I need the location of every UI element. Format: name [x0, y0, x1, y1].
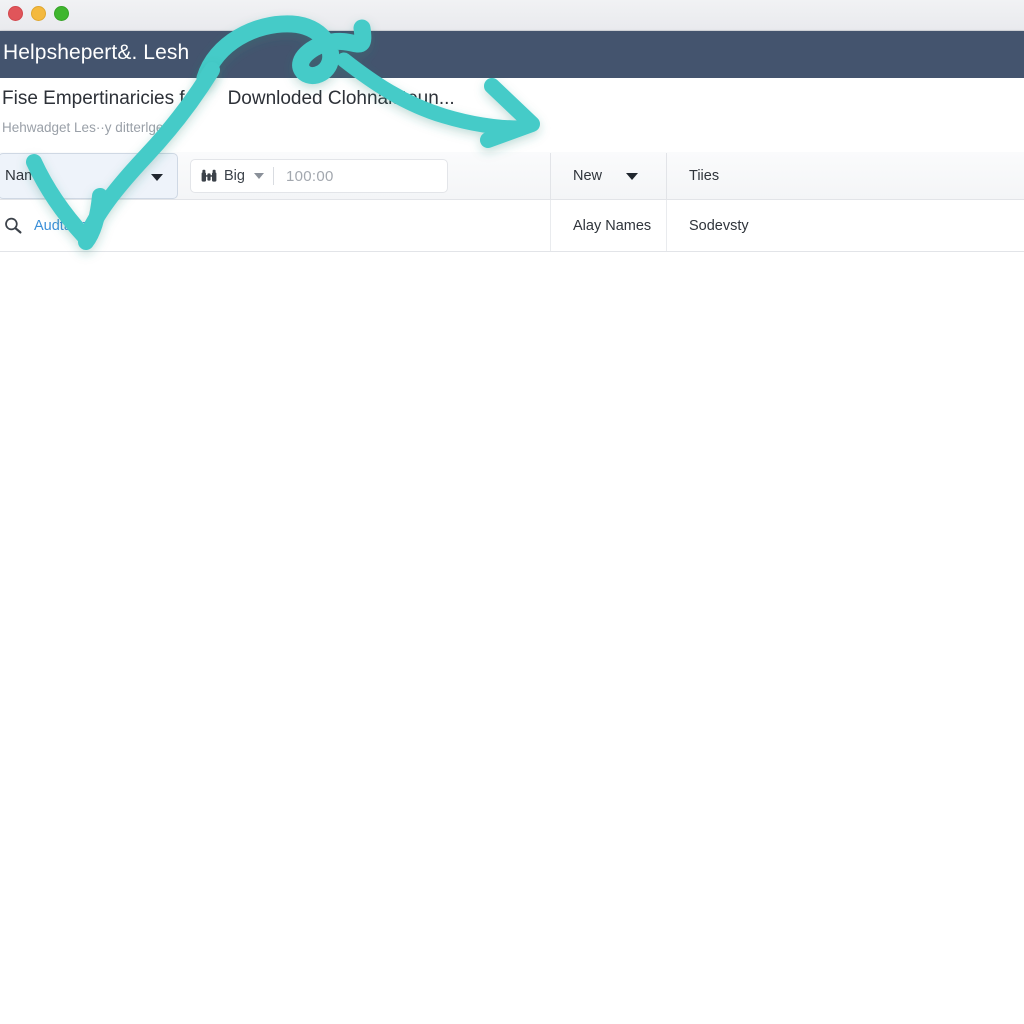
input-divider — [272, 167, 274, 185]
content-sheet: Name· Big 100:00 New Tiies Audtaim Alay … — [0, 152, 1024, 252]
name-select[interactable]: Name· — [0, 153, 178, 199]
column-header-new[interactable]: New — [550, 153, 666, 199]
chevron-down-icon — [151, 174, 163, 181]
app-brand-title: Helpshepert&. Lesh — [3, 41, 190, 64]
minimize-button[interactable] — [31, 6, 46, 21]
zoom-button[interactable] — [54, 6, 69, 21]
column-header-new-label: New — [573, 168, 603, 184]
table-row: Audtaim Alay Names Sodevsty — [0, 200, 1024, 252]
size-input[interactable]: Big 100:00 — [190, 159, 448, 193]
traffic-lights — [8, 6, 69, 21]
name-select-label: Name· — [5, 167, 51, 184]
chevron-down-icon[interactable] — [253, 173, 264, 179]
column-header-tiles[interactable]: Tiies — [666, 153, 1024, 199]
page-header: Fise Empertinaricies fo· Downloded Clohna… — [0, 78, 1024, 152]
cell-tiles: Sodevsty — [666, 200, 1024, 251]
cell-tiles-text: Sodevsty — [689, 217, 749, 234]
page-subtitle: Hehwadget Les··y ditterlges — [2, 120, 171, 135]
page-title-part-1: Fise Empertinaricies fo· — [2, 88, 202, 109]
app-navbar: Helpshepert&. Lesh — [0, 31, 1024, 78]
search-link[interactable]: Audtaim — [34, 218, 87, 234]
size-value-text: 100:00 — [285, 167, 334, 185]
size-unit-label: Big — [224, 168, 245, 184]
binoculars-icon — [201, 168, 217, 184]
cell-new: Alay Names — [550, 200, 666, 251]
close-button[interactable] — [8, 6, 23, 21]
search-cell: Audtaim — [0, 200, 550, 251]
chevron-down-icon[interactable] — [626, 172, 639, 180]
toolbar-row: Name· Big 100:00 New Tiies — [0, 152, 1024, 200]
app-window: Helpshepert&. Lesh Fise Empertinaricies … — [0, 0, 1024, 1024]
cell-new-text: Alay Names — [573, 217, 652, 234]
search-icon[interactable] — [2, 215, 24, 237]
page-title: Fise Empertinaricies fo· Downloded Clohna… — [2, 88, 455, 110]
page-title-part-2: Downloded Clohnalsteun... — [227, 88, 455, 109]
window-titlebar — [0, 0, 1024, 31]
column-header-tiles-label: Tiies — [689, 168, 720, 184]
